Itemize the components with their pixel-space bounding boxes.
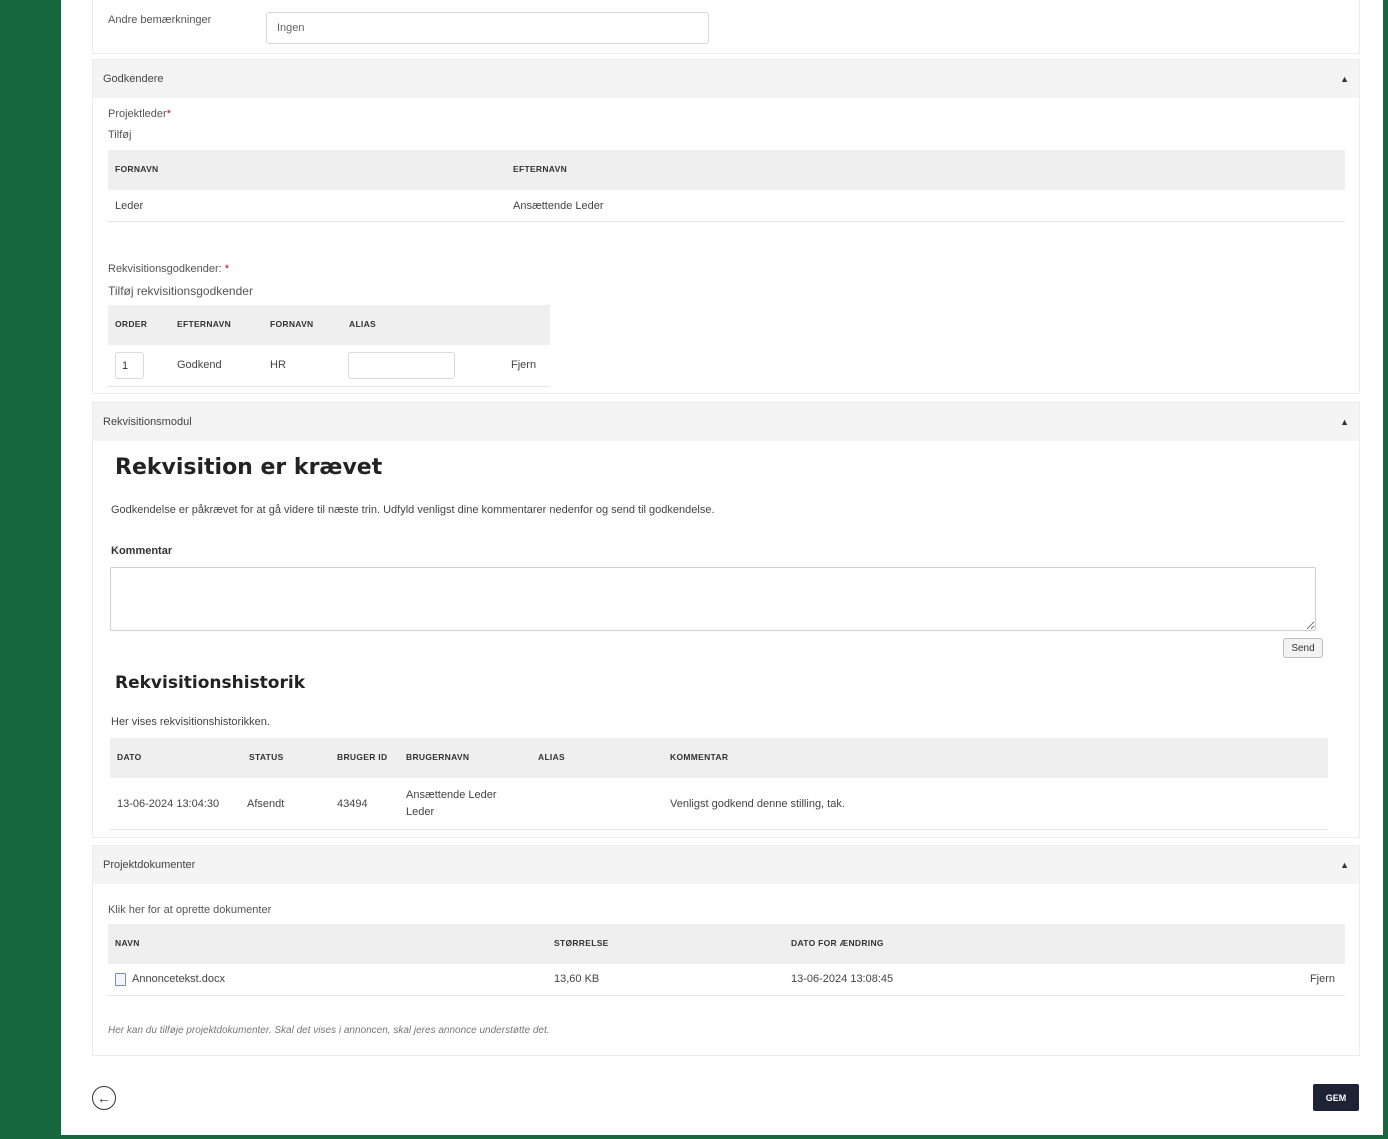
requisition-approver-label: Rekvisitionsgodkender: * [108, 263, 229, 275]
collapse-caret-icon[interactable]: ▲ [1340, 860, 1349, 870]
remarks-panel: Andre bemærkninger [92, 0, 1360, 54]
approvers-header-title: Godkendere [103, 73, 164, 85]
alias-input[interactable] [348, 352, 455, 379]
comment-textarea[interactable] [110, 567, 1316, 631]
project-leader-table-header: FORNAVN EFTERNAVN [108, 150, 1345, 190]
order-input[interactable] [115, 352, 144, 379]
project-leader-label-text: Projektleder [108, 108, 167, 120]
approvers-header[interactable]: Godkendere ▲ [93, 60, 1359, 98]
documents-header[interactable]: Projektdokumenter ▲ [93, 846, 1359, 884]
column-header-last-name: EFTERNAVN [177, 319, 232, 329]
requisition-approver-table-header: ORDER EFTERNAVN FORNAVN ALIAS [108, 305, 550, 345]
column-header-first-name: FORNAVN [115, 164, 159, 174]
requisition-panel: Rekvisitionsmodul ▲ Rekvisition er kræve… [92, 402, 1360, 838]
main-page: Andre bemærkninger Godkendere ▲ Projektl… [61, 0, 1383, 1135]
column-header-order: ORDER [115, 319, 148, 329]
column-header-status: STATUS [249, 752, 284, 762]
requisition-approver-label-text: Rekvisitionsgodkender: [108, 263, 222, 275]
remarks-label: Andre bemærkninger [108, 14, 212, 26]
column-header-alias: ALIAS [538, 752, 565, 762]
collapse-caret-icon[interactable]: ▲ [1340, 74, 1349, 84]
create-documents-link[interactable]: Klik her for at oprette dokumenter [108, 904, 271, 916]
history-table-header: DATO STATUS BRUGER ID BRUGERNAVN ALIAS K… [110, 738, 1328, 778]
table-row: 13-06-2024 13:04:30 Afsendt 43494 Ansætt… [110, 778, 1328, 830]
approvers-panel: Godkendere ▲ Projektleder* Tilføj FORNAV… [92, 59, 1360, 394]
history-title: Rekvisitionshistorik [115, 673, 306, 693]
documents-header-title: Projektdokumenter [103, 859, 196, 871]
collapse-caret-icon[interactable]: ▲ [1340, 417, 1349, 427]
cell-user-id: 43494 [337, 798, 368, 810]
add-requisition-approver-link[interactable]: Tilføj rekvisitionsgodkender [108, 284, 253, 298]
cell-date: 13-06-2024 13:04:30 [117, 798, 220, 810]
requisition-header[interactable]: Rekvisitionsmodul ▲ [93, 403, 1359, 441]
cell-first-name: HR [270, 359, 286, 371]
table-row: Godkend HR Fjern [108, 345, 550, 387]
cell-first-name: Leder [115, 200, 144, 212]
arrow-left-circle-icon[interactable]: ← [92, 1086, 116, 1110]
table-row: Annoncetekst.docx 13,60 KB 13-06-2024 13… [108, 964, 1345, 996]
column-header-comment: KOMMENTAR [670, 752, 729, 762]
document-name-link[interactable]: Annoncetekst.docx [132, 973, 225, 985]
requisition-description: Godkendelse er påkrævet for at gå videre… [111, 504, 715, 516]
column-header-size: STØRRELSE [554, 938, 609, 948]
column-header-first-name: FORNAVN [270, 319, 314, 329]
comment-label: Kommentar [111, 545, 173, 557]
documents-note: Her kan du tilføje projektdokumenter. Sk… [108, 1025, 550, 1036]
remarks-input[interactable] [266, 12, 709, 44]
documents-panel: Projektdokumenter ▲ Klik her for at opre… [92, 845, 1360, 1056]
column-header-name: NAVN [115, 938, 140, 948]
save-button[interactable]: GEM [1313, 1084, 1359, 1111]
project-leader-label: Projektleder* [108, 108, 171, 120]
cell-modified: 13-06-2024 13:08:45 [791, 973, 894, 985]
document-icon [115, 973, 126, 986]
remove-approver-link[interactable]: Fjern [511, 359, 536, 371]
cell-last-name: Ansættende Leder [513, 200, 604, 212]
required-marker: * [166, 108, 171, 120]
cell-last-name: Godkend [177, 359, 222, 371]
required-marker: * [224, 263, 230, 275]
column-header-last-name: EFTERNAVN [513, 164, 568, 174]
requisition-header-title: Rekvisitionsmodul [103, 416, 192, 428]
column-header-username: BRUGERNAVN [406, 752, 470, 762]
send-button[interactable]: Send [1283, 638, 1323, 658]
requisition-title: Rekvisition er krævet [115, 455, 383, 480]
column-header-alias: ALIAS [349, 319, 376, 329]
cell-size: 13,60 KB [554, 973, 600, 985]
table-row: Leder Ansættende Leder [108, 190, 1345, 222]
cell-status: Afsendt [247, 798, 285, 810]
cell-username-line1: Ansættende Leder [406, 789, 497, 801]
add-project-leader-link[interactable]: Tilføj [108, 129, 131, 141]
remove-document-link[interactable]: Fjern [1310, 973, 1335, 985]
documents-table-header: NAVN STØRRELSE DATO FOR ÆNDRING [108, 924, 1345, 964]
cell-comment: Venligst godkend denne stilling, tak. [670, 798, 845, 810]
column-header-date: DATO [117, 752, 142, 762]
column-header-user-id: BRUGER ID [337, 752, 388, 762]
column-header-modified: DATO FOR ÆNDRING [791, 938, 884, 948]
cell-username-line2: Leder [406, 806, 435, 818]
history-description: Her vises rekvisitionshistorikken. [111, 716, 270, 728]
